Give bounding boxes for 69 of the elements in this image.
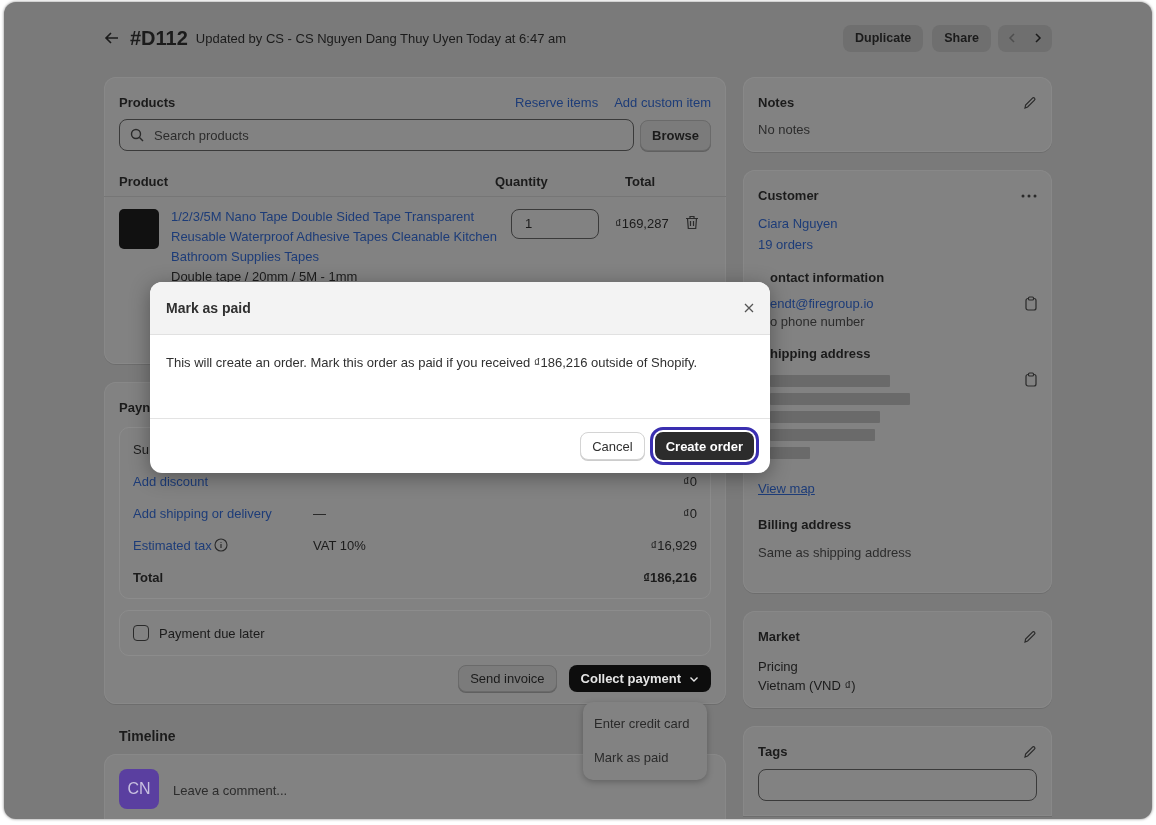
customer-name-link[interactable]: Ciara Nguyen bbox=[758, 216, 838, 231]
checkbox[interactable] bbox=[133, 625, 149, 641]
summary-detail: — bbox=[313, 505, 326, 521]
quantity-field[interactable]: 1 bbox=[511, 209, 599, 239]
market-label: Pricing bbox=[758, 659, 799, 674]
search-field[interactable]: Search products bbox=[119, 119, 635, 151]
search-icon bbox=[130, 128, 144, 142]
card-title: Customer bbox=[758, 188, 819, 203]
section-title: Billing address bbox=[758, 517, 853, 532]
clipboard-icon[interactable] bbox=[1025, 372, 1037, 387]
variant-text: Double tape / 20mm / 5M - 1mm bbox=[171, 268, 359, 286]
summary-label: Total bbox=[133, 569, 164, 585]
more-icon[interactable] bbox=[1021, 193, 1037, 198]
header-button[interactable]: Share bbox=[932, 24, 991, 52]
pencil-icon[interactable] bbox=[1023, 744, 1037, 759]
modal-title: Mark as paid bbox=[166, 300, 251, 316]
avatar: CN bbox=[119, 769, 159, 809]
column-header: Product bbox=[119, 173, 170, 189]
checkbox-label: Payment due later bbox=[159, 625, 265, 641]
pencil-icon[interactable] bbox=[1023, 95, 1037, 110]
header-link[interactable]: Add custom item bbox=[614, 95, 711, 110]
summary-amount: ₫16,929 bbox=[650, 537, 697, 553]
section-title: Timeline bbox=[119, 728, 177, 744]
header-link[interactable]: Reserve items bbox=[515, 95, 599, 110]
line-total: ₫169,287 bbox=[615, 216, 669, 231]
photo-placeholder bbox=[119, 209, 159, 249]
card-title: Products bbox=[119, 95, 176, 110]
summary-label: Su bbox=[133, 441, 149, 457]
tags-field[interactable] bbox=[758, 769, 1037, 801]
section-title: hipping address bbox=[769, 346, 872, 361]
pencil-icon[interactable] bbox=[1023, 629, 1037, 644]
product-name-link[interactable]: 1/2/3/5M Nano Tape Double Sided Tape Transparent Reusable Waterproof Adhesive Tapes Cleanable Kitchen Bathroom Supplies Tapes bbox=[171, 207, 501, 267]
summary-amount: ₫186,216 bbox=[643, 569, 697, 585]
clipboard-icon[interactable] bbox=[1025, 296, 1037, 311]
section-title: ontact information bbox=[769, 270, 886, 285]
header-button[interactable]: Duplicate bbox=[843, 24, 924, 52]
order-number: #D112 bbox=[130, 26, 188, 50]
modal-message: This will create an order. Mark this order as paid if you received ₫186,216 outside of Shopify. bbox=[150, 335, 770, 419]
card-title: Payn bbox=[119, 400, 151, 415]
orders-link[interactable]: 19 orders bbox=[758, 237, 813, 252]
summary-link[interactable]: Estimated tax bbox=[133, 537, 212, 553]
column-header: Total bbox=[625, 173, 657, 189]
card-title: Notes bbox=[758, 95, 795, 110]
browse-button[interactable]: Browse bbox=[640, 119, 711, 151]
phone-text: o phone number bbox=[769, 314, 866, 329]
info-icon[interactable] bbox=[213, 538, 228, 552]
notes-text: No notes bbox=[758, 122, 812, 137]
card-title: Tags bbox=[758, 744, 788, 759]
collect-payment-button[interactable]: Collect payment bbox=[568, 665, 711, 692]
menu-item[interactable]: Enter credit card bbox=[583, 707, 707, 741]
email-link[interactable]: endt@firegroup.io bbox=[770, 296, 874, 311]
send-invoice-button[interactable]: Send invoice bbox=[458, 665, 557, 692]
view-map-link[interactable]: View map bbox=[758, 481, 815, 496]
summary-amount: ₫0 bbox=[683, 505, 697, 521]
summary-detail: VAT 10% bbox=[313, 537, 366, 553]
market-value: Vietnam (VND ₫) bbox=[758, 678, 857, 693]
chevron-right-icon[interactable] bbox=[1032, 32, 1044, 44]
trash-icon[interactable] bbox=[684, 215, 699, 230]
close-icon[interactable] bbox=[744, 303, 754, 313]
summary-link[interactable]: Add shipping or delivery bbox=[133, 505, 272, 521]
back-arrow-icon[interactable] bbox=[104, 30, 120, 46]
billing-text: Same as shipping address bbox=[758, 545, 913, 560]
updated-text: Updated by CS - CS Nguyen Dang Thuy Uyen Today at 6:47 am bbox=[195, 30, 567, 46]
summary-link[interactable]: Add discount bbox=[133, 473, 209, 489]
search-input[interactable]: Search products bbox=[152, 126, 624, 144]
summary-amount: ₫0 bbox=[683, 473, 697, 489]
column-header: Quantity bbox=[495, 173, 549, 189]
card-title: Market bbox=[758, 629, 800, 644]
modal-button[interactable]: Cancel bbox=[580, 432, 645, 460]
